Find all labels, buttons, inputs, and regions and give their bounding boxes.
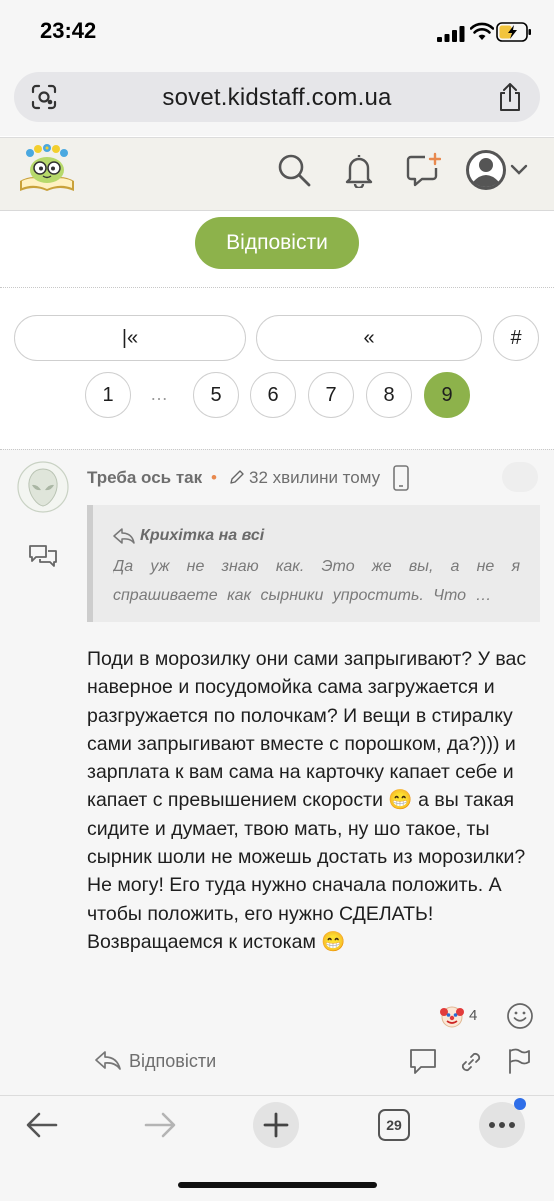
status-time: 23:42	[40, 18, 97, 43]
reply-icon[interactable]	[94, 1050, 122, 1072]
divider	[0, 287, 554, 288]
report-flag-icon[interactable]	[506, 1048, 532, 1074]
post-author-name[interactable]: Треба ось так	[87, 468, 202, 488]
plus-icon	[263, 1112, 289, 1138]
chevron-down-icon[interactable]	[510, 162, 528, 176]
tabs-button[interactable]: 29	[378, 1109, 410, 1141]
page-6-button[interactable]: 6	[250, 372, 296, 418]
url-text[interactable]: sovet.kidstaff.com.ua	[0, 84, 554, 112]
notification-dot	[514, 1098, 526, 1110]
page-9-button-current[interactable]: 9	[424, 372, 470, 418]
reply-arrow-icon	[113, 528, 135, 544]
quote-comment-icon[interactable]	[408, 1046, 438, 1076]
page-5-button[interactable]: 5	[193, 372, 239, 418]
post-menu-button[interactable]	[502, 462, 538, 492]
home-indicator	[178, 1182, 377, 1188]
post-author-avatar[interactable]	[17, 461, 69, 513]
permalink-icon[interactable]	[459, 1050, 483, 1074]
reaction-count[interactable]: 4	[469, 1007, 477, 1024]
post-timestamp[interactable]: 32 хвилини тому	[249, 468, 380, 488]
previous-page-button[interactable]: «	[256, 315, 482, 361]
new-message-icon[interactable]	[405, 152, 441, 188]
jump-to-page-button[interactable]: #	[493, 315, 539, 361]
mobile-device-icon	[393, 465, 409, 491]
post-body-text: Поди в морозилку они сами запрыгивают? У…	[87, 648, 527, 953]
wifi-icon	[470, 22, 494, 40]
user-avatar-icon[interactable]	[466, 150, 506, 190]
share-icon[interactable]	[496, 82, 524, 112]
online-indicator: •	[211, 468, 217, 487]
cellular-signal-icon	[437, 26, 465, 42]
first-page-button[interactable]: |«	[14, 315, 246, 361]
back-arrow-icon[interactable]	[25, 1110, 59, 1140]
page-7-button[interactable]: 7	[308, 372, 354, 418]
add-reaction-icon[interactable]	[506, 1002, 534, 1030]
private-message-icon[interactable]	[28, 543, 58, 569]
forward-arrow-icon[interactable]	[143, 1110, 177, 1140]
page-8-button[interactable]: 8	[366, 372, 412, 418]
pagination-ellipsis: …	[150, 384, 170, 404]
battery-charging-icon	[496, 22, 531, 42]
reply-button[interactable]: Відповісти	[195, 217, 359, 269]
post-reply-link[interactable]: Відповісти	[129, 1051, 216, 1072]
pencil-icon	[230, 470, 244, 484]
quote-author[interactable]: Крихітка на всі	[140, 527, 264, 545]
search-icon[interactable]	[276, 152, 312, 188]
clown-reaction-icon[interactable]	[440, 1004, 464, 1028]
bell-icon[interactable]	[342, 152, 376, 188]
more-dots-icon	[489, 1122, 515, 1128]
quote-text: Да уж не знаю как. Это же вы, а не я спр…	[113, 558, 520, 604]
site-logo[interactable]	[16, 143, 78, 195]
page-1-button[interactable]: 1	[85, 372, 131, 418]
